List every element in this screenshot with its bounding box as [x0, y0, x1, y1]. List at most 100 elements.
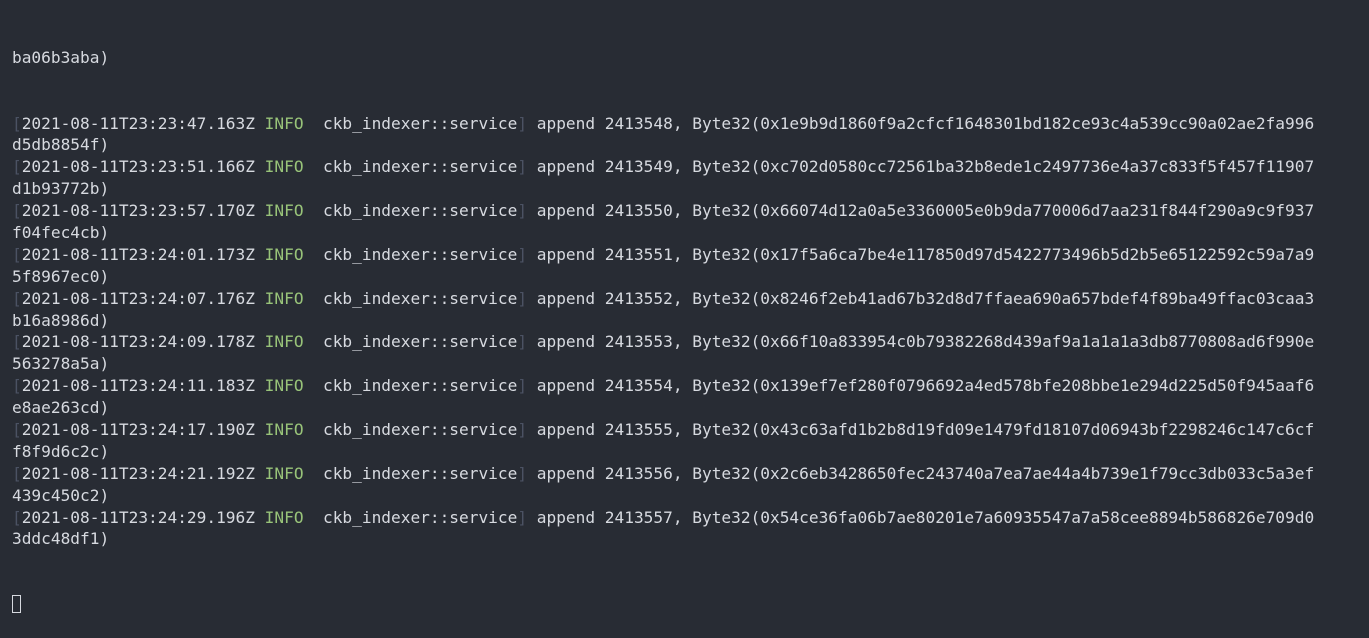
log-level: INFO — [264, 507, 304, 527]
log-timestamp: 2021-08-11T23:24:07.176Z — [21, 288, 255, 308]
log-message: append 2413552, Byte32(0x8246f2eb41ad67b… — [536, 288, 1315, 308]
log-open-bracket: [ — [12, 332, 22, 352]
log-target: ckb_indexer::service — [322, 113, 518, 133]
log-timestamp: 2021-08-11T23:24:17.190Z — [21, 419, 255, 439]
log-timestamp: 2021-08-11T23:24:29.196Z — [21, 507, 255, 527]
log-open-bracket: [ — [12, 376, 22, 396]
log-open-bracket: [ — [12, 419, 22, 439]
log-level: INFO — [264, 201, 304, 221]
log-continuation-line: d5db8854f) — [12, 135, 110, 155]
log-target: ckb_indexer::service — [322, 244, 518, 264]
log-continuation-line: f04fec4cb) — [12, 222, 110, 242]
log-open-bracket: [ — [12, 244, 22, 264]
log-line: [2021-08-11T23:24:07.176Z INFO ckb_index… — [12, 288, 1362, 310]
log-continuation-line: d1b93772b) — [12, 179, 110, 199]
log-close-bracket: ] — [517, 463, 528, 483]
log-close-bracket: ] — [517, 332, 528, 352]
log-target: ckb_indexer::service — [322, 376, 518, 396]
log-message: append 2413549, Byte32(0xc702d0580cc7256… — [536, 157, 1315, 177]
terminal-output[interactable]: ba06b3aba) [2021-08-11T23:23:47.163Z INF… — [12, 3, 1362, 638]
log-line: [2021-08-11T23:24:09.178Z INFO ckb_index… — [12, 331, 1362, 353]
log-line: [2021-08-11T23:24:29.196Z INFO ckb_index… — [12, 507, 1362, 529]
log-close-bracket: ] — [517, 157, 528, 177]
log-timestamp: 2021-08-11T23:24:01.173Z — [21, 244, 255, 264]
log-timestamp: 2021-08-11T23:23:57.170Z — [21, 201, 255, 221]
log-target: ckb_indexer::service — [322, 201, 518, 221]
log-level: INFO — [264, 376, 304, 396]
log-target: ckb_indexer::service — [322, 507, 518, 527]
log-timestamp: 2021-08-11T23:24:11.183Z — [21, 376, 255, 396]
log-timestamp: 2021-08-11T23:23:47.163Z — [21, 113, 255, 133]
log-timestamp: 2021-08-11T23:23:51.166Z — [21, 157, 255, 177]
log-timestamp: 2021-08-11T23:24:21.192Z — [21, 463, 255, 483]
log-level: INFO — [264, 157, 304, 177]
log-open-bracket: [ — [12, 463, 22, 483]
prompt-line — [12, 594, 1362, 616]
log-open-bracket: [ — [12, 288, 22, 308]
log-level: INFO — [264, 332, 304, 352]
log-level: INFO — [264, 288, 304, 308]
log-close-bracket: ] — [517, 376, 528, 396]
log-target: ckb_indexer::service — [322, 157, 518, 177]
log-target: ckb_indexer::service — [322, 288, 518, 308]
log-level: INFO — [264, 113, 304, 133]
log-line: [2021-08-11T23:24:01.173Z INFO ckb_index… — [12, 244, 1362, 266]
log-open-bracket: [ — [12, 113, 22, 133]
log-continuation-line: 439c450c2) — [12, 485, 110, 505]
log-open-bracket: [ — [12, 157, 22, 177]
log-timestamp: 2021-08-11T23:24:09.178Z — [21, 332, 255, 352]
log-line: [2021-08-11T23:24:11.183Z INFO ckb_index… — [12, 375, 1362, 397]
log-message: append 2413551, Byte32(0x17f5a6ca7be4e11… — [536, 244, 1315, 264]
log-message: append 2413554, Byte32(0x139ef7ef280f079… — [536, 376, 1315, 396]
log-close-bracket: ] — [517, 244, 528, 264]
log-level: INFO — [264, 419, 304, 439]
log-line: [2021-08-11T23:24:21.192Z INFO ckb_index… — [12, 463, 1362, 485]
log-target: ckb_indexer::service — [322, 463, 518, 483]
log-close-bracket: ] — [517, 507, 528, 527]
log-continuation-line: 3ddc48df1) — [12, 529, 110, 549]
log-continuation-line: ba06b3aba) — [12, 47, 110, 67]
log-message: append 2413555, Byte32(0x43c63afd1b2b8d1… — [536, 419, 1315, 439]
log-line: [2021-08-11T23:23:57.170Z INFO ckb_index… — [12, 200, 1362, 222]
log-target: ckb_indexer::service — [322, 419, 518, 439]
log-message: append 2413557, Byte32(0x54ce36fa06b7ae8… — [536, 507, 1315, 527]
log-message: append 2413550, Byte32(0x66074d12a0a5e33… — [536, 201, 1315, 221]
terminal-cursor[interactable] — [12, 595, 21, 614]
log-continuation-line: 5f8967ec0) — [12, 266, 110, 286]
log-open-bracket: [ — [12, 201, 22, 221]
log-close-bracket: ] — [517, 288, 528, 308]
log-continuation-line: b16a8986d) — [12, 310, 110, 330]
log-line: [2021-08-11T23:24:17.190Z INFO ckb_index… — [12, 419, 1362, 441]
log-entries: [2021-08-11T23:23:47.163Z INFO ckb_index… — [12, 113, 1362, 551]
log-line: [2021-08-11T23:23:47.163Z INFO ckb_index… — [12, 113, 1362, 135]
log-open-bracket: [ — [12, 507, 22, 527]
log-level: INFO — [264, 244, 304, 264]
log-message: append 2413553, Byte32(0x66f10a833954c0b… — [536, 332, 1315, 352]
log-continuation-line: 563278a5a) — [12, 354, 110, 374]
log-target: ckb_indexer::service — [322, 332, 518, 352]
log-close-bracket: ] — [517, 419, 528, 439]
